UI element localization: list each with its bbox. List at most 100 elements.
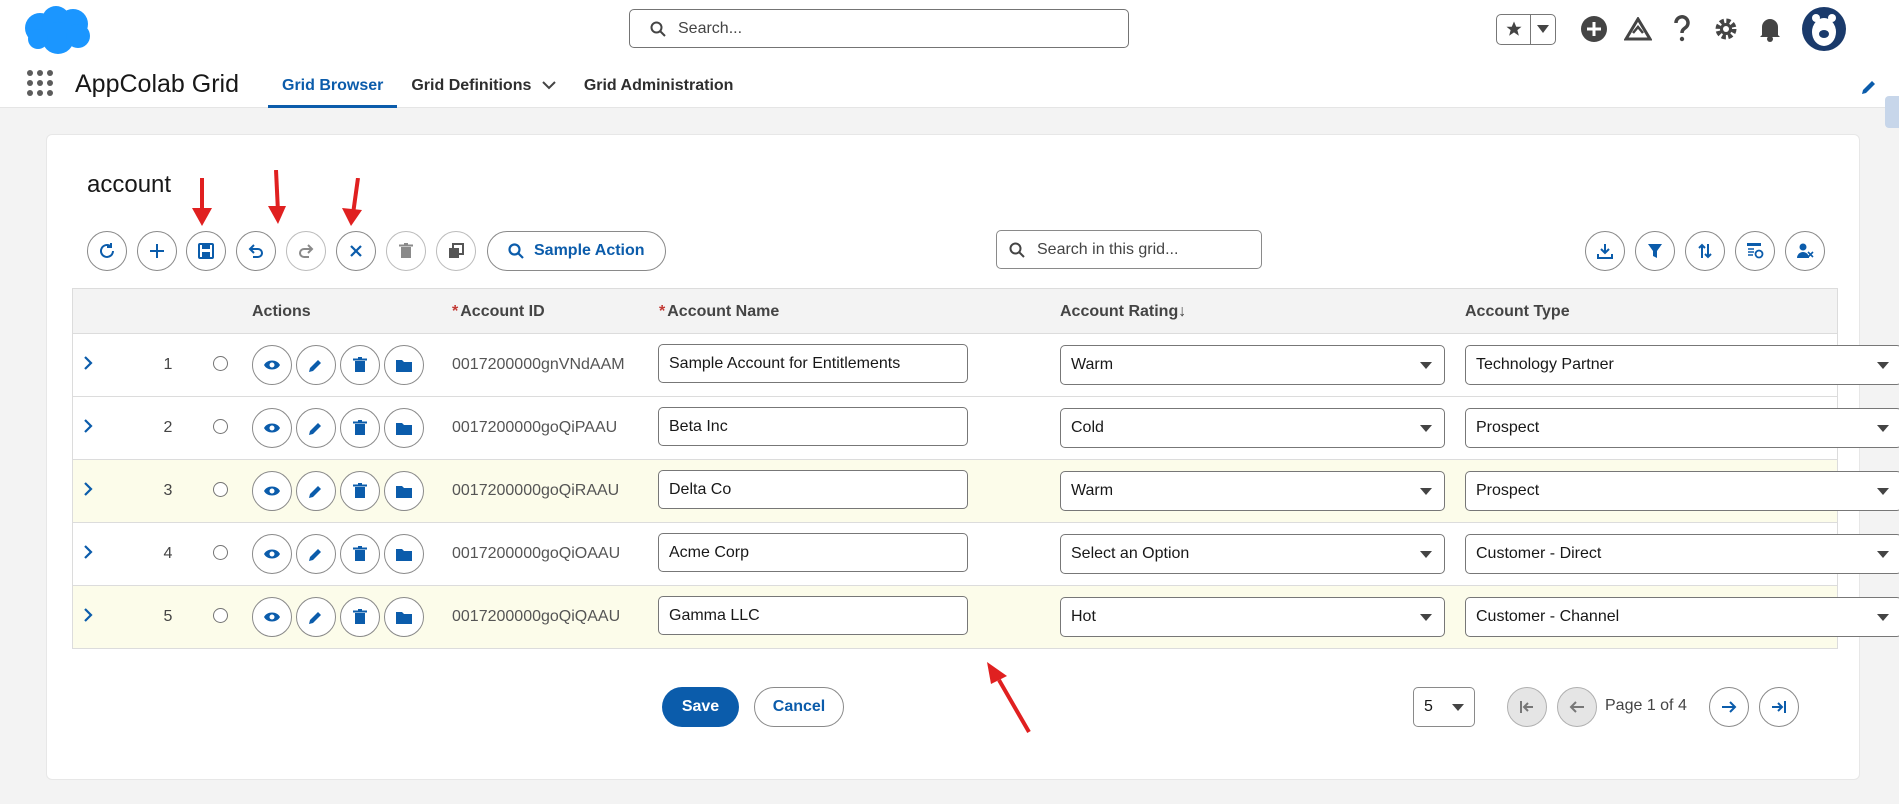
tab-grid-browser[interactable]: Grid Browser bbox=[268, 72, 398, 108]
trailhead-icon[interactable] bbox=[1624, 15, 1652, 43]
view-row-button[interactable] bbox=[252, 408, 292, 448]
refresh-button[interactable] bbox=[87, 231, 127, 271]
delete-row-button[interactable] bbox=[340, 597, 380, 637]
dropdown-caret-icon bbox=[1420, 362, 1432, 369]
open-folder-button[interactable] bbox=[384, 345, 424, 385]
user-remove-button[interactable] bbox=[1785, 231, 1825, 271]
chevron-down-icon[interactable] bbox=[542, 77, 556, 94]
edit-row-button[interactable] bbox=[296, 597, 336, 637]
account-name-input[interactable]: Acme Corp bbox=[658, 533, 968, 572]
row-select-radio[interactable] bbox=[213, 608, 228, 623]
account-rating-select[interactable]: Cold bbox=[1060, 408, 1445, 448]
edit-row-button[interactable] bbox=[296, 345, 336, 385]
salesforce-cloud-logo[interactable] bbox=[18, 4, 94, 56]
page-size-select[interactable]: 5 bbox=[1413, 687, 1475, 727]
previous-page-button[interactable] bbox=[1557, 687, 1597, 727]
col-header-account-type[interactable]: Account Type bbox=[1465, 303, 1570, 321]
download-icon bbox=[1597, 244, 1613, 259]
open-folder-button[interactable] bbox=[384, 597, 424, 637]
filter-button[interactable] bbox=[1635, 231, 1675, 271]
sample-action-button[interactable]: Sample Action bbox=[487, 231, 666, 271]
account-rating-select[interactable]: Warm bbox=[1060, 345, 1445, 385]
account-type-select[interactable]: Customer - Channel bbox=[1465, 597, 1899, 637]
favorites-button[interactable] bbox=[1496, 13, 1556, 45]
expand-row-chevron-icon[interactable] bbox=[83, 606, 93, 629]
download-button[interactable] bbox=[1585, 231, 1625, 271]
view-row-button[interactable] bbox=[252, 471, 292, 511]
global-add-icon[interactable] bbox=[1580, 15, 1608, 43]
open-folder-button[interactable] bbox=[384, 471, 424, 511]
next-page-button[interactable] bbox=[1709, 687, 1749, 727]
account-rating-select[interactable]: Warm bbox=[1060, 471, 1445, 511]
delete-toolbar-button[interactable] bbox=[386, 231, 426, 271]
account-type-select[interactable]: Prospect bbox=[1465, 408, 1899, 448]
delete-row-button[interactable] bbox=[340, 534, 380, 574]
view-row-button[interactable] bbox=[252, 597, 292, 637]
col-header-account-id[interactable]: * Account ID bbox=[452, 303, 545, 321]
expand-row-chevron-icon[interactable] bbox=[83, 417, 93, 440]
last-page-button[interactable] bbox=[1759, 687, 1799, 727]
header-utility-icons bbox=[1496, 7, 1846, 51]
expand-row-chevron-icon[interactable] bbox=[83, 543, 93, 566]
cancel-button[interactable]: Cancel bbox=[754, 687, 844, 727]
app-launcher-icon[interactable] bbox=[27, 70, 53, 96]
row-select-radio[interactable] bbox=[213, 356, 228, 371]
account-rating-select[interactable]: Hot bbox=[1060, 597, 1445, 637]
account-name-input[interactable]: Beta Inc bbox=[658, 407, 968, 446]
edit-nav-pencil-icon[interactable] bbox=[1860, 78, 1878, 101]
view-row-button[interactable] bbox=[252, 345, 292, 385]
user-avatar[interactable] bbox=[1802, 7, 1846, 51]
user-remove-icon bbox=[1797, 243, 1814, 258]
eye-icon bbox=[264, 486, 280, 496]
expand-row-chevron-icon[interactable] bbox=[83, 354, 93, 377]
delete-row-button[interactable] bbox=[340, 471, 380, 511]
col-header-account-name[interactable]: * Account Name bbox=[659, 303, 779, 321]
view-row-button[interactable] bbox=[252, 534, 292, 574]
annotation-arrow-icon bbox=[342, 178, 362, 226]
expand-row-chevron-icon[interactable] bbox=[83, 480, 93, 503]
column-settings-button[interactable] bbox=[1735, 231, 1775, 271]
help-icon[interactable] bbox=[1668, 15, 1696, 43]
row-select-radio[interactable] bbox=[213, 545, 228, 560]
grid-search-input[interactable]: Search in this grid... bbox=[996, 230, 1262, 269]
redo-button[interactable] bbox=[286, 231, 326, 271]
notifications-bell-icon[interactable] bbox=[1756, 15, 1784, 43]
account-type-select[interactable]: Prospect bbox=[1465, 471, 1899, 511]
account-rating-select[interactable]: Select an Option bbox=[1060, 534, 1445, 574]
favorites-star-icon[interactable] bbox=[1497, 14, 1531, 44]
account-name-input[interactable]: Gamma LLC bbox=[658, 596, 968, 635]
delete-row-button[interactable] bbox=[340, 408, 380, 448]
first-page-button[interactable] bbox=[1507, 687, 1547, 727]
delete-row-button[interactable] bbox=[340, 345, 380, 385]
col-header-account-rating[interactable]: Account Rating↓ bbox=[1060, 303, 1186, 321]
edit-row-button[interactable] bbox=[296, 408, 336, 448]
clone-button[interactable] bbox=[436, 231, 476, 271]
save-button[interactable]: Save bbox=[662, 687, 739, 727]
search-icon bbox=[508, 243, 524, 259]
pencil-icon bbox=[309, 612, 321, 624]
sort-button[interactable] bbox=[1685, 231, 1725, 271]
account-type-select[interactable]: Customer - Direct bbox=[1465, 534, 1899, 574]
side-panel-handle[interactable] bbox=[1885, 96, 1899, 128]
cancel-changes-button[interactable] bbox=[336, 231, 376, 271]
favorites-dropdown-icon[interactable] bbox=[1531, 15, 1555, 44]
tab-grid-definitions[interactable]: Grid Definitions bbox=[397, 72, 569, 108]
save-toolbar-button[interactable] bbox=[186, 231, 226, 271]
edit-row-button[interactable] bbox=[296, 534, 336, 574]
last-page-icon bbox=[1772, 701, 1786, 713]
open-folder-button[interactable] bbox=[384, 534, 424, 574]
row-select-radio[interactable] bbox=[213, 482, 228, 497]
tab-grid-administration[interactable]: Grid Administration bbox=[570, 72, 748, 108]
setup-gear-icon[interactable] bbox=[1712, 15, 1740, 43]
row-number: 2 bbox=[163, 419, 173, 436]
row-select-radio[interactable] bbox=[213, 419, 228, 434]
grid-card: account Sample Action Search in this gri… bbox=[46, 134, 1899, 780]
account-name-input[interactable]: Delta Co bbox=[658, 470, 968, 509]
add-row-button[interactable] bbox=[137, 231, 177, 271]
edit-row-button[interactable] bbox=[296, 471, 336, 511]
undo-button[interactable] bbox=[236, 231, 276, 271]
open-folder-button[interactable] bbox=[384, 408, 424, 448]
account-name-input[interactable]: Sample Account for Entitlements bbox=[658, 344, 968, 383]
global-search-input[interactable]: Search... bbox=[629, 9, 1129, 48]
account-type-select[interactable]: Technology Partner bbox=[1465, 345, 1899, 385]
